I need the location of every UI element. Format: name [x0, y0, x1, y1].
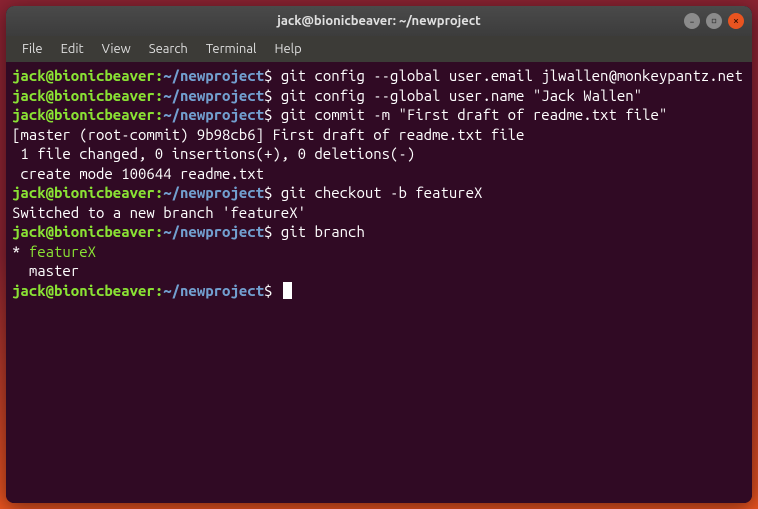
- terminal-line: jack@bionicbeaver:~/newproject$ git comm…: [12, 105, 746, 125]
- menu-terminal[interactable]: Terminal: [198, 39, 265, 59]
- menu-help[interactable]: Help: [266, 39, 309, 59]
- prompt-user: jack@bionicbeaver: [12, 106, 155, 123]
- command-text: git config --global user.name "Jack Wall…: [272, 87, 642, 104]
- prompt-path: ~/newproject: [163, 184, 264, 201]
- maximize-button[interactable]: [706, 13, 722, 29]
- titlebar[interactable]: jack@bionicbeaver: ~/newproject: [6, 6, 752, 36]
- terminal-body[interactable]: jack@bionicbeaver:~/newproject$ git conf…: [6, 62, 752, 503]
- prompt-user: jack@bionicbeaver: [12, 87, 155, 104]
- prompt-user: jack@bionicbeaver: [12, 223, 155, 240]
- output-line: [master (root-commit) 9b98cb6] First dra…: [12, 125, 746, 145]
- prompt-colon: :: [155, 223, 163, 240]
- branch-marker: *: [12, 243, 29, 260]
- output-line: master: [12, 261, 746, 281]
- terminal-window: jack@bionicbeaver: ~/newproject File Edi…: [6, 6, 752, 503]
- window-title: jack@bionicbeaver: ~/newproject: [277, 14, 480, 28]
- prompt-colon: :: [155, 67, 163, 84]
- cursor-block: [283, 282, 292, 299]
- prompt-user: jack@bionicbeaver: [12, 282, 155, 299]
- terminal-line: jack@bionicbeaver:~/newproject$ git chec…: [12, 183, 746, 203]
- menubar: File Edit View Search Terminal Help: [6, 36, 752, 62]
- prompt-path: ~/newproject: [163, 282, 264, 299]
- menu-search[interactable]: Search: [141, 39, 196, 59]
- menu-edit[interactable]: Edit: [53, 39, 92, 59]
- command-text: git commit -m "First draft of readme.txt…: [272, 106, 667, 123]
- maximize-icon: [711, 18, 717, 24]
- prompt-colon: :: [155, 184, 163, 201]
- terminal-line: jack@bionicbeaver:~/newproject$ git bran…: [12, 222, 746, 242]
- prompt-user: jack@bionicbeaver: [12, 67, 155, 84]
- command-text: git branch: [272, 223, 364, 240]
- prompt-path: ~/newproject: [163, 106, 264, 123]
- command-text: [272, 282, 280, 299]
- terminal-line: jack@bionicbeaver:~/newproject$: [12, 281, 746, 301]
- current-branch: featureX: [29, 243, 96, 260]
- minimize-button[interactable]: [684, 13, 700, 29]
- output-line: create mode 100644 readme.txt: [12, 164, 746, 184]
- output-line: Switched to a new branch 'featureX': [12, 203, 746, 223]
- close-button[interactable]: [728, 13, 744, 29]
- menu-view[interactable]: View: [94, 39, 139, 59]
- output-line: * featureX: [12, 242, 746, 262]
- close-icon: [733, 18, 739, 24]
- terminal-line: jack@bionicbeaver:~/newproject$ git conf…: [12, 66, 746, 86]
- window-controls: [684, 13, 744, 29]
- output-line: 1 file changed, 0 insertions(+), 0 delet…: [12, 144, 746, 164]
- prompt-colon: :: [155, 282, 163, 299]
- terminal-line: jack@bionicbeaver:~/newproject$ git conf…: [12, 86, 746, 106]
- prompt-colon: :: [155, 87, 163, 104]
- menu-file[interactable]: File: [14, 39, 51, 59]
- prompt-user: jack@bionicbeaver: [12, 184, 155, 201]
- minimize-icon: [689, 18, 695, 24]
- prompt-path: ~/newproject: [163, 87, 264, 104]
- command-text: git config --global user.email jlwallen@…: [272, 67, 742, 84]
- command-text: git checkout -b featureX: [272, 184, 482, 201]
- prompt-path: ~/newproject: [163, 67, 264, 84]
- prompt-colon: :: [155, 106, 163, 123]
- prompt-path: ~/newproject: [163, 223, 264, 240]
